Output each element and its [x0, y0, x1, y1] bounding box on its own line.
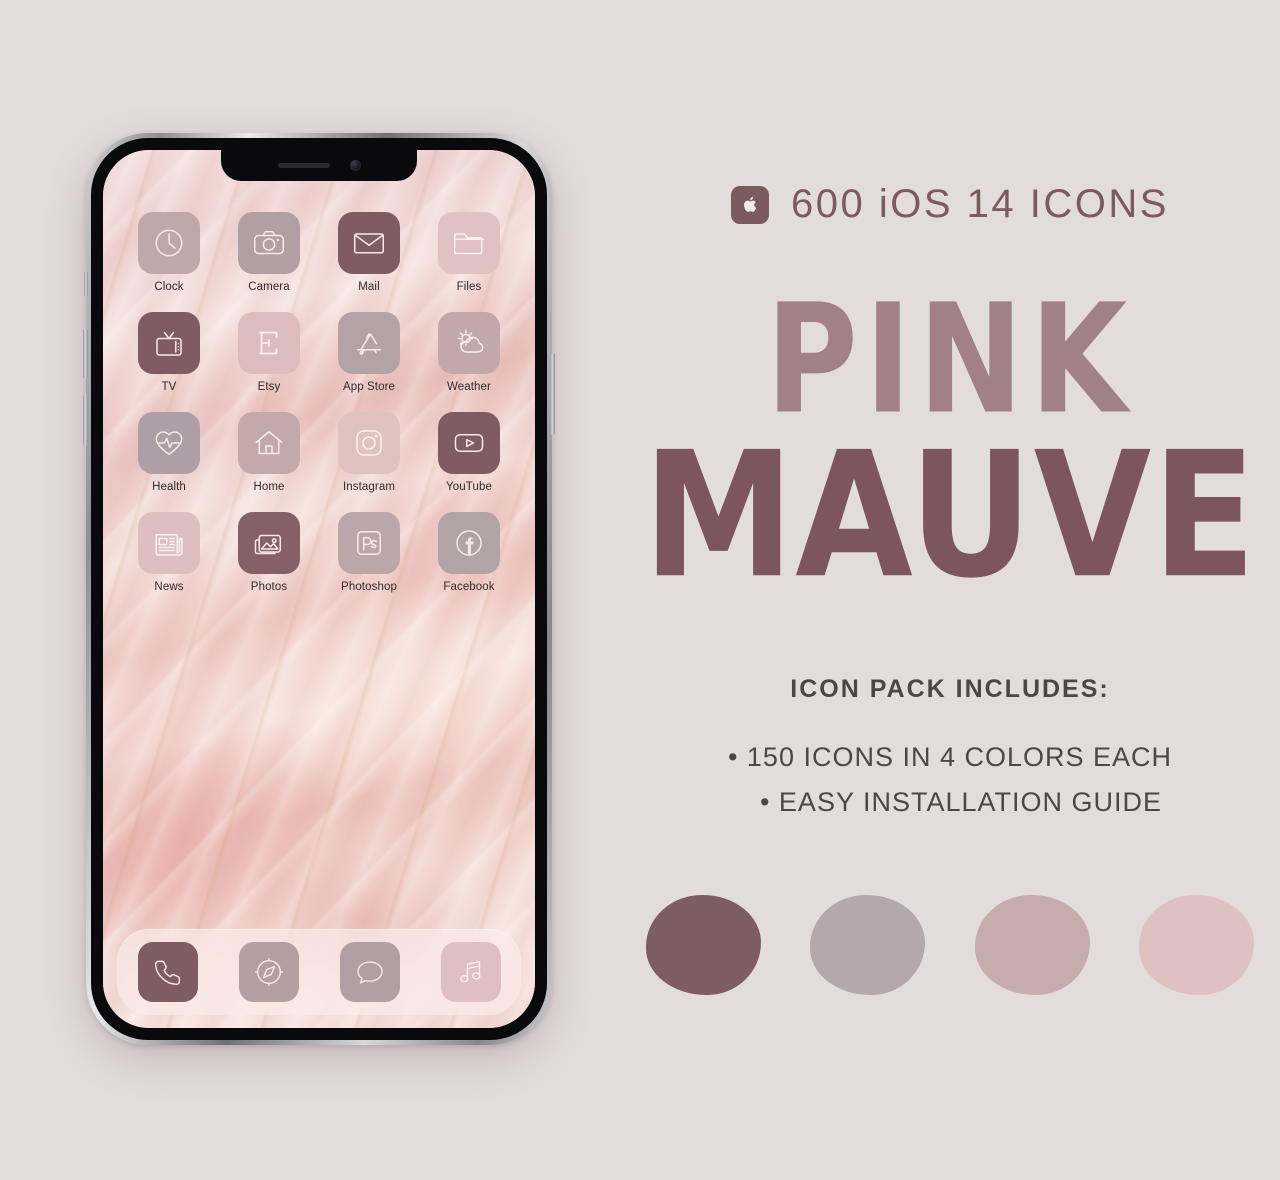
app-files[interactable]: Files	[419, 212, 519, 293]
promo-header-text: 600 iOS 14 ICONS	[791, 182, 1169, 226]
app-label: News	[154, 581, 184, 593]
mail-icon[interactable]	[338, 212, 400, 274]
phone-icon[interactable]	[137, 942, 198, 1002]
volume-down-button[interactable]	[83, 395, 88, 445]
app-label: Photoshop	[341, 581, 397, 593]
compass-icon[interactable]	[238, 942, 299, 1002]
app-clock[interactable]: Clock	[119, 212, 219, 293]
bullet-item: • EASY INSTALLATION GUIDE	[759, 787, 1163, 817]
facebook-icon[interactable]	[438, 512, 500, 574]
app-label: Etsy	[257, 381, 281, 393]
app-app-store[interactable]: App Store	[319, 312, 419, 393]
app-photos[interactable]: Photos	[219, 512, 319, 593]
app-instagram[interactable]: Instagram	[319, 412, 419, 493]
app-safari[interactable]	[238, 942, 299, 1002]
phone-notch	[221, 150, 417, 181]
app-label: App Store	[342, 381, 396, 393]
music-icon[interactable]	[440, 942, 501, 1002]
includes-bullet-list: • 150 ICONS IN 4 COLORS EACH • EASY INST…	[620, 742, 1280, 832]
app-music[interactable]	[440, 942, 501, 1002]
photoshop-icon[interactable]	[338, 512, 400, 574]
phone-screen: Clock Camera Mail Files TV Etsy App Store Weath…	[103, 150, 535, 1028]
promo-header: 600 iOS 14 ICONS	[620, 182, 1280, 227]
apple-logo-icon	[731, 185, 770, 224]
brand-line-mauve: MAUVE	[642, 414, 1258, 617]
front-camera-icon	[349, 160, 361, 171]
home-screen-icon-grid: Clock Camera Mail Files TV Etsy App Store Weath…	[119, 212, 519, 593]
brand-title: PINK MAUVE	[620, 272, 1280, 603]
app-label: Clock	[154, 281, 184, 293]
promo-panel: 600 iOS 14 ICONS PINK MAUVE ICON PACK IN…	[620, 0, 1280, 1180]
message-icon[interactable]	[339, 942, 400, 1002]
power-button[interactable]	[550, 353, 555, 435]
app-etsy[interactable]: Etsy	[219, 312, 319, 393]
swatch-light-pink	[1138, 895, 1254, 995]
photos-icon[interactable]	[238, 512, 300, 574]
app-photoshop[interactable]: Photoshop	[319, 512, 419, 593]
bullet-item: • 150 ICONS IN 4 COLORS EACH	[727, 742, 1173, 772]
phone-frame: Clock Camera Mail Files TV Etsy App Store Weath…	[83, 133, 555, 1045]
app-label: TV	[161, 381, 177, 393]
earpiece-speaker-icon	[277, 163, 330, 168]
swatch-dusty-pink	[974, 895, 1090, 995]
instagram-icon[interactable]	[338, 412, 400, 474]
app-store-icon[interactable]	[338, 312, 400, 374]
app-facebook[interactable]: Facebook	[419, 512, 519, 593]
home-icon[interactable]	[238, 412, 300, 474]
phone-bezel: Clock Camera Mail Files TV Etsy App Store Weath…	[91, 138, 547, 1040]
app-news[interactable]: News	[119, 512, 219, 593]
app-mail[interactable]: Mail	[319, 212, 419, 293]
app-label: Instagram	[342, 481, 396, 493]
app-label: Health	[152, 481, 186, 493]
swatch-dark-mauve	[646, 895, 761, 995]
app-health[interactable]: Health	[119, 412, 219, 493]
home-screen-dock	[117, 929, 521, 1015]
weather-icon[interactable]	[438, 312, 500, 374]
app-weather[interactable]: Weather	[419, 312, 519, 393]
volume-up-button[interactable]	[83, 329, 88, 379]
app-label: Home	[253, 481, 285, 493]
app-label: Files	[456, 281, 482, 293]
folder-icon[interactable]	[438, 212, 500, 274]
mute-switch-button[interactable]	[84, 271, 88, 297]
app-label: YouTube	[446, 481, 492, 493]
app-camera[interactable]: Camera	[219, 212, 319, 293]
etsy-icon[interactable]	[238, 312, 300, 374]
app-messages[interactable]	[339, 942, 400, 1002]
phone-mockup-area: Clock Camera Mail Files TV Etsy App Store Weath…	[0, 0, 640, 1180]
includes-title: ICON PACK INCLUDES:	[790, 675, 1110, 703]
health-icon[interactable]	[138, 412, 200, 474]
app-phone[interactable]	[137, 942, 198, 1002]
app-label: Facebook	[443, 581, 495, 593]
news-icon[interactable]	[138, 512, 200, 574]
tv-icon[interactable]	[138, 312, 200, 374]
app-label: Weather	[447, 381, 491, 393]
app-youtube[interactable]: YouTube	[419, 412, 519, 493]
app-label: Photos	[250, 581, 288, 593]
app-home[interactable]: Home	[219, 412, 319, 493]
app-tv[interactable]: TV	[119, 312, 219, 393]
youtube-icon[interactable]	[438, 412, 500, 474]
clock-icon[interactable]	[138, 212, 200, 274]
color-swatch-row	[646, 895, 1254, 995]
app-label: Camera	[248, 281, 290, 293]
swatch-grey-mauve	[810, 895, 926, 995]
camera-icon[interactable]	[238, 212, 300, 274]
brand-line-pink: PINK	[765, 272, 1135, 449]
app-label: Mail	[358, 281, 380, 293]
